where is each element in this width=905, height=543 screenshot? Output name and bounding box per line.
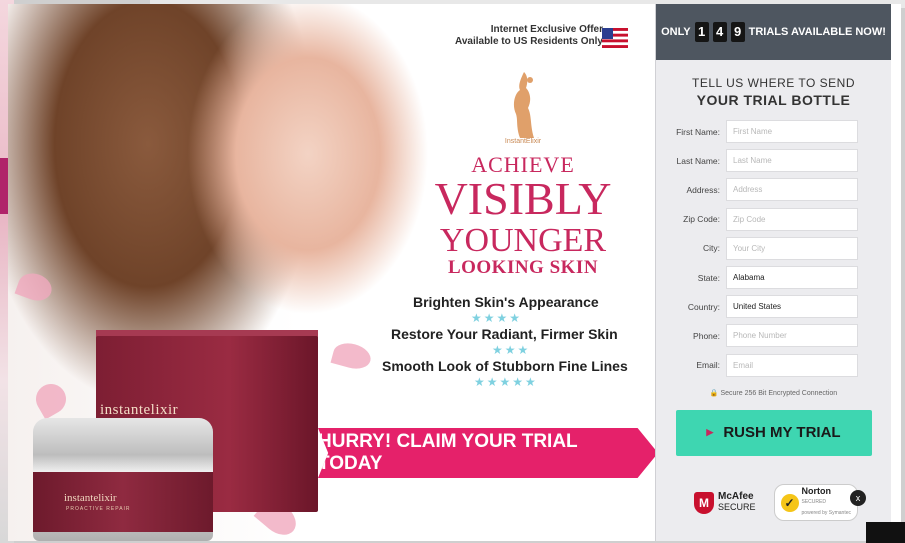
brand-logo-icon: [513, 72, 534, 138]
form-title-line-1: TELL US WHERE TO SEND: [692, 76, 855, 90]
trial-form-panel: ONLY 1 4 9 TRIALS AVAILABLE NOW! TELL US…: [655, 4, 891, 541]
city-label: City:: [703, 243, 720, 254]
form-title-line-2: YOUR TRIAL BOTTLE: [696, 92, 851, 108]
form-row-email: Email:: [656, 351, 891, 380]
phone-input[interactable]: [726, 324, 858, 348]
rush-my-trial-label: RUSH MY TRIAL: [723, 424, 841, 442]
product-box-brand: instantelixir: [100, 402, 179, 418]
benefit-1: Brighten Skin's Appearance: [413, 294, 599, 310]
mcafee-badge-text: McAfee SECURE: [718, 492, 756, 513]
form-row-state: State:: [656, 263, 891, 292]
last-name-label: Last Name:: [676, 155, 720, 166]
norton-brand: Norton: [801, 486, 832, 496]
shipping-form: First Name: Last Name: Address: Zip Code…: [656, 117, 891, 380]
last-name-input[interactable]: [726, 149, 858, 173]
first-name-label: First Name:: [676, 126, 720, 137]
norton-badge-text: Norton SECURED powered by Symantec: [802, 487, 851, 518]
trials-available-header: ONLY 1 4 9 TRIALS AVAILABLE NOW!: [656, 4, 891, 60]
claim-trial-banner[interactable]: HURRY! CLAIM YOUR TRIAL TODAY: [318, 428, 658, 478]
form-row-address: Address:: [656, 175, 891, 204]
us-flag-icon: [602, 28, 628, 48]
headline-looking-skin: LOOKING SKIN: [447, 257, 599, 278]
lock-icon: 🔒: [709, 389, 719, 397]
secure-connection-text: Secure 256 Bit Encrypted Connection: [720, 389, 838, 397]
email-label: Email:: [696, 360, 720, 371]
benefit-3: Smooth Look of Stubborn Fine Lines: [382, 358, 628, 374]
rose-petal: [330, 339, 374, 373]
benefit-1-stars: ★★★★: [471, 311, 523, 325]
security-badges: M McAfee SECURE ✓ Norton SECURED powered…: [694, 484, 864, 521]
city-input[interactable]: [726, 236, 858, 260]
norton-sub: SECURED: [801, 499, 826, 505]
state-select[interactable]: [726, 266, 858, 290]
country-label: Country:: [687, 301, 720, 312]
benefit-2-stars: ★★★: [492, 343, 531, 357]
form-row-first-name: First Name:: [656, 117, 891, 146]
trials-available-label: TRIALS AVAILABLE NOW!: [748, 26, 886, 38]
brand-logo-text: InstantElixir: [504, 138, 542, 145]
norton-secured-badge: ✓ Norton SECURED powered by Symantec: [773, 484, 858, 521]
mcafee-brand: McAfee: [718, 491, 754, 502]
only-label: ONLY: [661, 26, 691, 38]
mcafee-shield-icon: M: [694, 491, 714, 514]
play-arrow-icon: ▶: [706, 427, 714, 438]
form-row-city: City:: [656, 234, 891, 263]
headline-visibly: VISIBLY: [434, 173, 612, 224]
product-jar-label: [33, 472, 213, 532]
email-input[interactable]: [726, 353, 858, 377]
form-row-zip: Zip Code:: [656, 205, 891, 234]
close-popup-button[interactable]: x: [850, 490, 866, 506]
mcafee-sub: SECURE: [718, 502, 756, 512]
norton-powered: powered by Symantec: [801, 510, 851, 516]
country-select[interactable]: [726, 295, 858, 319]
form-row-last-name: Last Name:: [656, 146, 891, 175]
offer-line-1: Internet Exclusive Offer: [490, 24, 603, 35]
form-row-country: Country:: [656, 292, 891, 321]
exclusive-offer-text: Internet Exclusive Offer Available to US…: [423, 24, 603, 48]
corner-overlay-tag: [866, 522, 905, 543]
checkmark-icon: ✓: [780, 493, 799, 512]
rose-petal: [14, 268, 56, 306]
offer-popup: Internet Exclusive Offer Available to US…: [8, 4, 901, 541]
benefit-2: Restore Your Radiant, Firmer Skin: [391, 326, 618, 342]
product-jar-brand: instantelixir: [64, 492, 117, 504]
phone-label: Phone:: [693, 330, 720, 341]
zip-code-input[interactable]: [726, 207, 858, 231]
trial-count-digit: 4: [712, 22, 727, 42]
hero-image-area: Internet Exclusive Offer Available to US…: [8, 4, 658, 541]
address-label: Address:: [686, 184, 720, 195]
trial-count-digit: 1: [694, 22, 709, 42]
trial-count-digit: 9: [730, 22, 745, 42]
mcafee-secure-badge: M McAfee SECURE: [694, 491, 756, 514]
rose-petal: [30, 378, 72, 420]
offer-line-2: Available to US Residents Only: [454, 36, 603, 47]
product-jar-subtitle: PROACTIVE REPAIR: [66, 506, 131, 512]
secure-connection-note: 🔒 Secure 256 Bit Encrypted Connection: [656, 389, 891, 397]
state-label: State:: [697, 272, 720, 283]
rush-my-trial-button[interactable]: ▶ RUSH MY TRIAL: [675, 409, 872, 456]
benefit-3-stars: ★★★★★: [474, 375, 538, 389]
form-row-phone: Phone:: [656, 321, 891, 350]
headline-younger: YOUNGER: [439, 222, 607, 259]
address-input[interactable]: [726, 178, 858, 202]
zip-code-label: Zip Code:: [683, 214, 720, 225]
first-name-input[interactable]: [726, 120, 858, 144]
